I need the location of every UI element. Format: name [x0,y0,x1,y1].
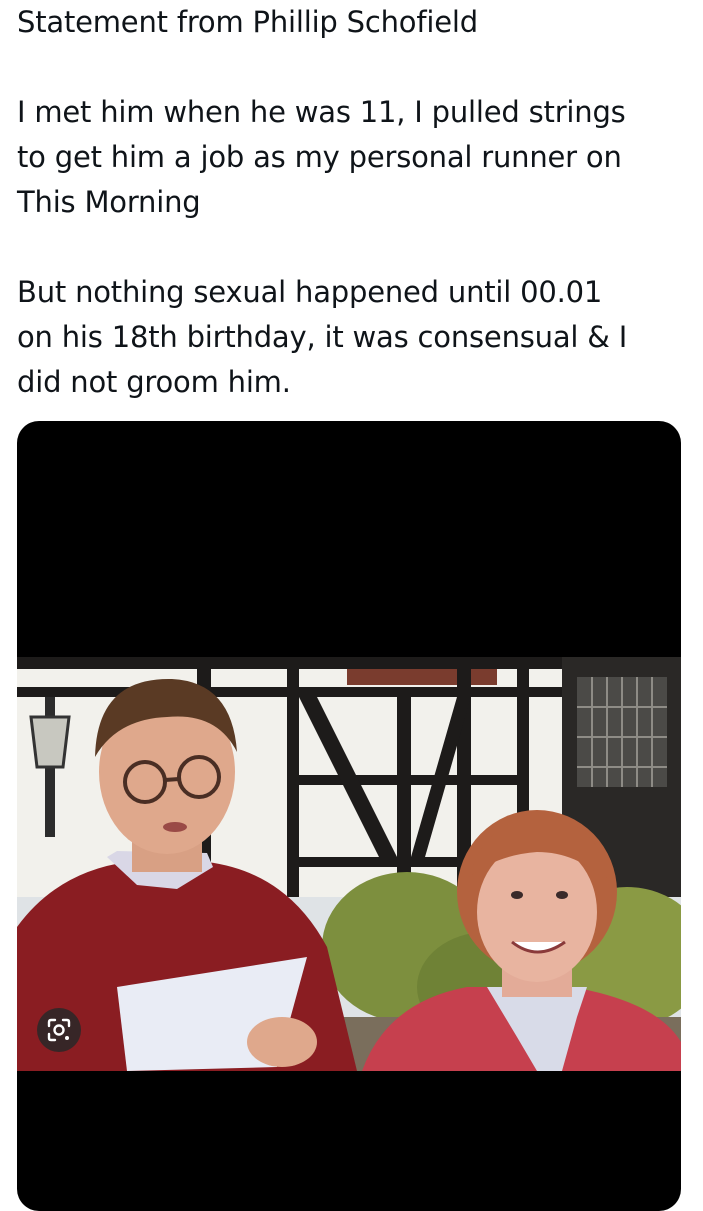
tweet-line: But nothing sexual happened until 00.01 [17,275,603,309]
tweet-line: Statement from Phillip Schofield [17,5,478,39]
tweet-line: to get him a job as my personal runner o… [17,140,622,174]
lens-scan-icon [47,1018,71,1042]
video-frame [17,657,681,1071]
video-still-illustration [17,657,681,1071]
tweet-line: I met him when he was 11, I pulled strin… [17,95,626,129]
tweet-line: on his 18th birthday, it was consensual … [17,320,628,354]
tweet-media[interactable] [17,421,681,1211]
lens-scan-button[interactable] [37,1008,81,1052]
tweet-line: did not groom him. [17,365,291,399]
tweet-text: Statement from Phillip Schofield I met h… [17,0,687,405]
tweet-line: This Morning [17,185,201,219]
